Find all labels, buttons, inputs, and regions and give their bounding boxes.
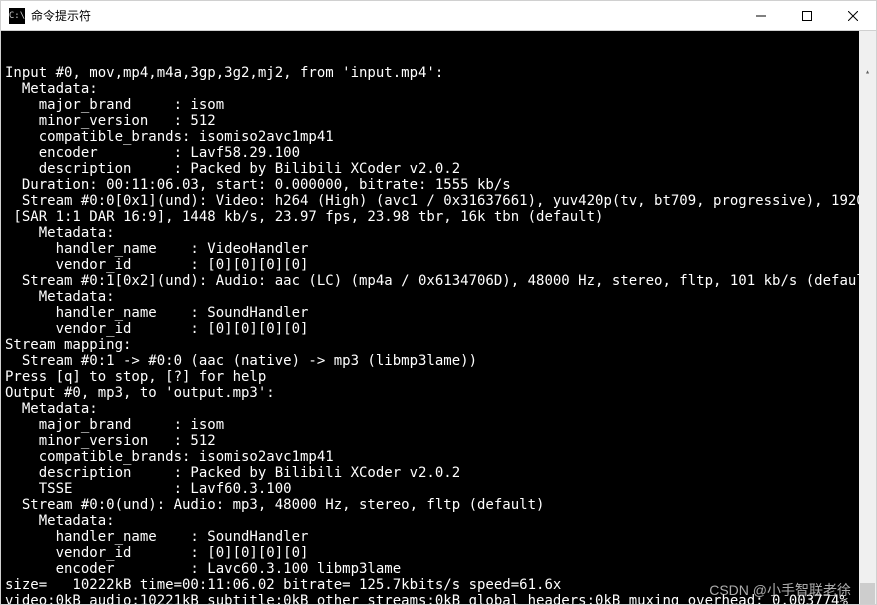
scrollbar-thumb[interactable] bbox=[860, 583, 875, 604]
terminal-line: video:0kB audio:10221kB subtitle:0kB oth… bbox=[5, 593, 872, 604]
close-icon bbox=[848, 11, 858, 21]
terminal-line: Output #0, mp3, to 'output.mp3': bbox=[5, 385, 872, 401]
terminal-line: Stream #0:1 -> #0:0 (aac (native) -> mp3… bbox=[5, 353, 872, 369]
terminal-line: compatible_brands: isomiso2avc1mp41 bbox=[5, 129, 872, 145]
terminal-line: Metadata: bbox=[5, 513, 872, 529]
terminal-line: description : Packed by Bilibili XCoder … bbox=[5, 161, 872, 177]
terminal-line: Metadata: bbox=[5, 225, 872, 241]
terminal-line: Metadata: bbox=[5, 81, 872, 97]
minimize-button[interactable] bbox=[738, 1, 784, 30]
close-button[interactable] bbox=[830, 1, 876, 30]
scrollbar-track[interactable]: ▴ ▾ bbox=[859, 63, 876, 604]
terminal-line: TSSE : Lavf60.3.100 bbox=[5, 481, 872, 497]
terminal-line: [SAR 1:1 DAR 16:9], 1448 kb/s, 23.97 fps… bbox=[5, 209, 872, 225]
terminal-output[interactable]: Input #0, mov,mp4,m4a,3gp,3g2,mj2, from … bbox=[1, 31, 876, 604]
terminal-line: Metadata: bbox=[5, 401, 872, 417]
terminal-line: size= 10222kB time=00:11:06.02 bitrate= … bbox=[5, 577, 872, 593]
maximize-icon bbox=[802, 11, 812, 21]
terminal-line: Stream #0:0[0x1](und): Video: h264 (High… bbox=[5, 193, 872, 209]
window-title: 命令提示符 bbox=[31, 7, 738, 24]
terminal-line: handler_name : SoundHandler bbox=[5, 529, 872, 545]
terminal-line: Duration: 00:11:06.03, start: 0.000000, … bbox=[5, 177, 872, 193]
window-controls bbox=[738, 1, 876, 30]
terminal-line: minor_version : 512 bbox=[5, 433, 872, 449]
terminal-line: vendor_id : [0][0][0][0] bbox=[5, 545, 872, 561]
terminal-line: Stream mapping: bbox=[5, 337, 872, 353]
terminal-line: vendor_id : [0][0][0][0] bbox=[5, 257, 872, 273]
vertical-scrollbar[interactable]: ▴ ▾ bbox=[859, 31, 876, 604]
terminal-line: handler_name : VideoHandler bbox=[5, 241, 872, 257]
terminal-line: vendor_id : [0][0][0][0] bbox=[5, 321, 872, 337]
minimize-icon bbox=[756, 11, 766, 21]
terminal-line: Metadata: bbox=[5, 289, 872, 305]
terminal-line: description : Packed by Bilibili XCoder … bbox=[5, 465, 872, 481]
terminal-line: compatible_brands: isomiso2avc1mp41 bbox=[5, 449, 872, 465]
command-prompt-window: C:\ 命令提示符 Input #0, mov,mp4,m4a,3gp,3g2,… bbox=[0, 0, 877, 605]
app-icon: C:\ bbox=[9, 8, 25, 24]
titlebar[interactable]: C:\ 命令提示符 bbox=[1, 1, 876, 31]
scrollbar-up-arrow[interactable]: ▴ bbox=[859, 63, 876, 80]
terminal-line: encoder : Lavf58.29.100 bbox=[5, 145, 872, 161]
maximize-button[interactable] bbox=[784, 1, 830, 30]
terminal-line: Input #0, mov,mp4,m4a,3gp,3g2,mj2, from … bbox=[5, 65, 872, 81]
terminal-line: minor_version : 512 bbox=[5, 113, 872, 129]
terminal-line: handler_name : SoundHandler bbox=[5, 305, 872, 321]
terminal-line: Press [q] to stop, [?] for help bbox=[5, 369, 872, 385]
terminal-line: Stream #0:0(und): Audio: mp3, 48000 Hz, … bbox=[5, 497, 872, 513]
terminal-line: major_brand : isom bbox=[5, 417, 872, 433]
terminal-line: major_brand : isom bbox=[5, 97, 872, 113]
terminal-line: encoder : Lavc60.3.100 libmp3lame bbox=[5, 561, 872, 577]
terminal-line: Stream #0:1[0x2](und): Audio: aac (LC) (… bbox=[5, 273, 872, 289]
